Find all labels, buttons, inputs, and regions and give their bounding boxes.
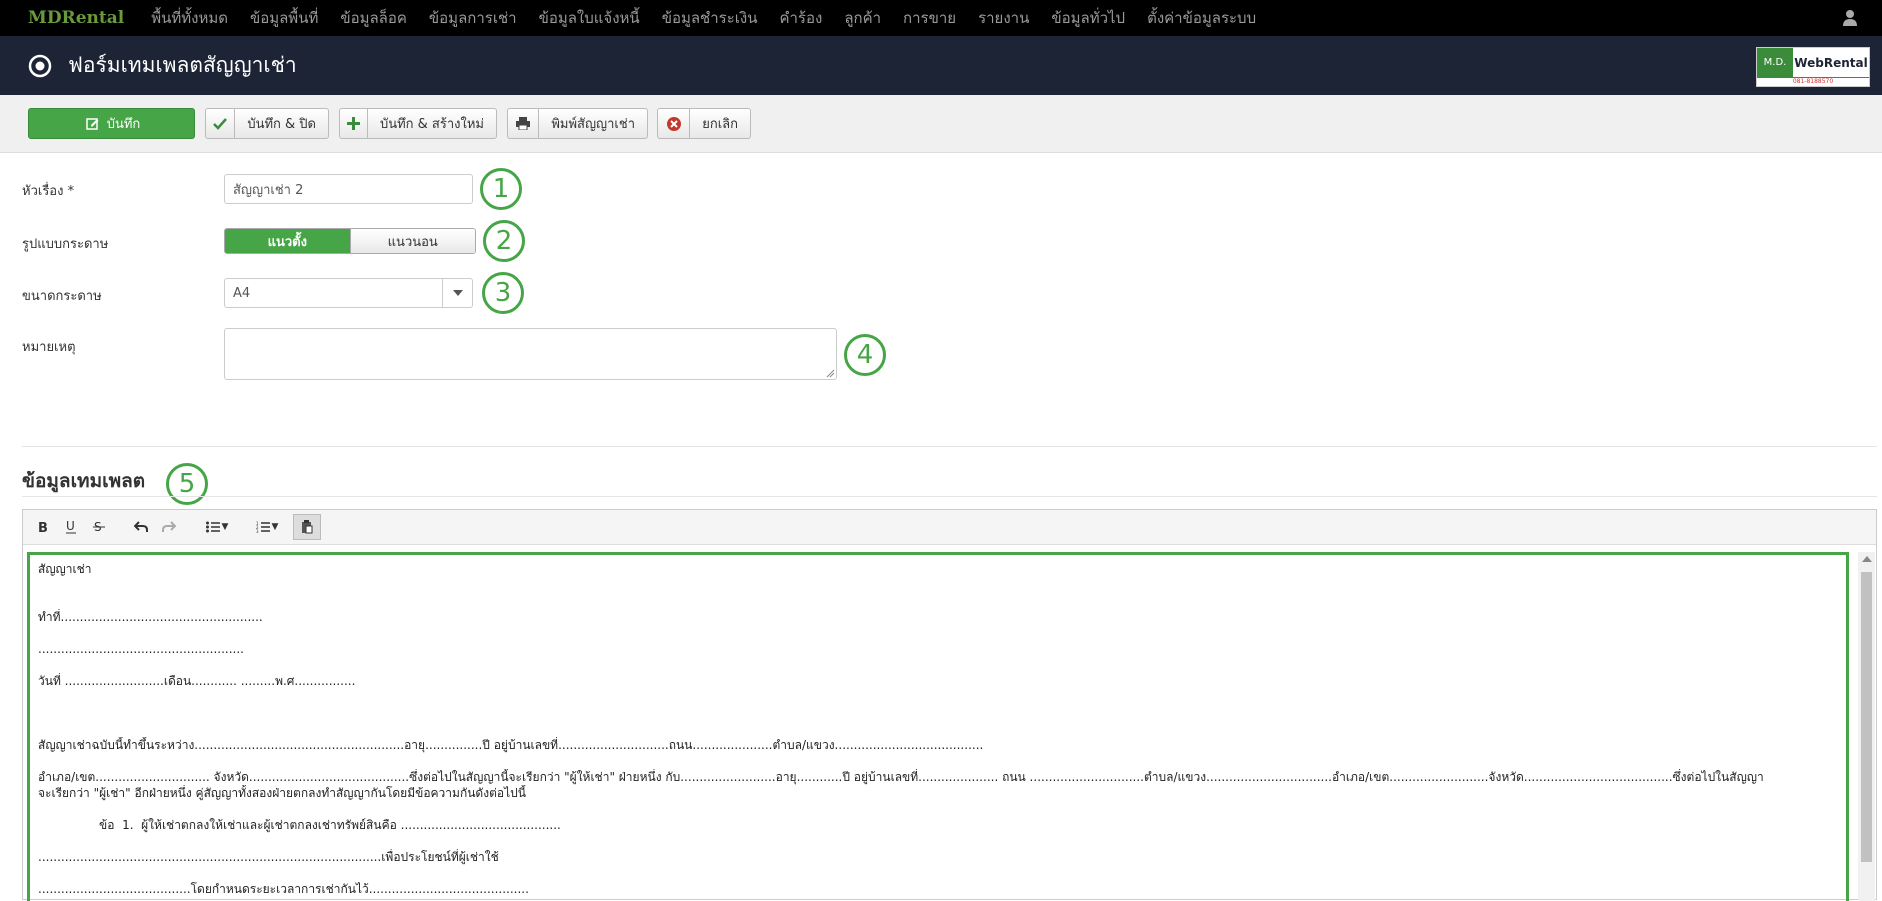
svg-text:3: 3 bbox=[256, 529, 259, 533]
template-line: ........................................… bbox=[38, 642, 244, 656]
bullet-list-button[interactable]: ▼ bbox=[197, 514, 237, 540]
annotation-2: 2 bbox=[483, 220, 525, 262]
template-line bbox=[38, 865, 1838, 881]
chevron-down-icon: ▼ bbox=[271, 522, 279, 532]
underline-button[interactable]: U bbox=[57, 514, 85, 540]
logo-md-text: M.D. bbox=[1757, 48, 1793, 77]
plus-icon bbox=[340, 109, 368, 138]
template-line: อำเภอ/เขต.............................. … bbox=[38, 770, 1764, 784]
page-title: ฟอร์มเทมเพลตสัญญาเช่า bbox=[68, 53, 297, 77]
print-icon bbox=[508, 109, 540, 138]
cancel-circle-icon bbox=[658, 109, 691, 138]
template-line: ข้อ 1. ผู้ให้เช่าตกลงให้เช่าและผู้เช่าตก… bbox=[38, 818, 561, 832]
webrental-logo: M.D. WebRental 081-8188570 bbox=[1756, 47, 1870, 87]
annotation-3: 3 bbox=[482, 272, 524, 314]
nav-item-reports[interactable]: รายงาน bbox=[978, 6, 1029, 30]
paper-format-label: รูปแบบกระดาษ bbox=[22, 237, 109, 252]
brand-link[interactable]: MDRental bbox=[28, 8, 124, 28]
template-line bbox=[38, 833, 1838, 849]
editor-content[interactable]: สัญญาเช่า ทำที่.........................… bbox=[27, 552, 1849, 901]
annotation-5: 5 bbox=[166, 463, 208, 505]
save-label: บันทึก bbox=[106, 117, 141, 132]
scroll-up-icon[interactable] bbox=[1862, 556, 1872, 562]
template-line: ทำที่...................................… bbox=[38, 610, 263, 624]
template-line bbox=[38, 593, 1838, 609]
nav-item-rental-info[interactable]: ข้อมูลการเช่า bbox=[429, 6, 517, 30]
template-line: สัญญาเช่าฉบับนี้ทำขึ้นระหว่าง...........… bbox=[38, 738, 984, 752]
bold-button[interactable]: B bbox=[29, 514, 57, 540]
template-line: ........................................… bbox=[38, 850, 499, 864]
numbered-list-button[interactable]: 123 ▼ bbox=[247, 514, 287, 540]
edit-icon bbox=[83, 109, 103, 138]
template-section-title: ข้อมูลเทมเพลต bbox=[22, 470, 146, 492]
section-title-underline bbox=[22, 496, 1877, 497]
annotation-1: 1 bbox=[480, 168, 522, 210]
svg-text:B: B bbox=[38, 521, 48, 533]
template-line: ........................................… bbox=[38, 882, 529, 896]
logo-phone: 081-8188570 bbox=[1757, 77, 1869, 85]
save-new-button[interactable]: บันทึก & สร้างใหม่ bbox=[339, 108, 497, 139]
template-line bbox=[38, 801, 1838, 817]
portrait-option[interactable]: แนวตั้ง bbox=[225, 229, 350, 253]
nav-item-all-areas[interactable]: พื้นที่ทั้งหมด bbox=[151, 6, 228, 30]
target-icon bbox=[28, 54, 52, 77]
chevron-down-icon: ▼ bbox=[221, 522, 229, 532]
paper-size-value: A4 bbox=[233, 285, 251, 301]
save-button[interactable]: บันทึก bbox=[28, 108, 195, 139]
page-header: ฟอร์มเทมเพลตสัญญาเช่า bbox=[0, 36, 1882, 95]
undo-button[interactable] bbox=[127, 514, 155, 540]
template-editor: B U S ▼ 123 ▼ สัญญาเช่า ทำที่...........… bbox=[22, 509, 1877, 901]
template-line bbox=[38, 689, 1838, 705]
paste-icon[interactable] bbox=[293, 514, 321, 540]
check-icon bbox=[206, 109, 236, 138]
print-contract-label: พิมพ์สัญญาเช่า bbox=[551, 117, 635, 132]
save-close-button[interactable]: บันทึก & ปิด bbox=[205, 108, 329, 139]
landscape-option[interactable]: แนวนอน bbox=[349, 229, 475, 253]
top-navbar: MDRental พื้นที่ทั้งหมด ข้อมูลพื้นที่ ข้… bbox=[0, 0, 1882, 36]
redo-button[interactable] bbox=[155, 514, 183, 540]
template-line: จะเรียกว่า "ผู้เช่า" อีกฝ่ายหนึ่ง คู่สัญ… bbox=[38, 786, 526, 800]
nav-item-area-info[interactable]: ข้อมูลพื้นที่ bbox=[250, 6, 318, 30]
template-line bbox=[38, 657, 1838, 673]
cancel-label: ยกเลิก bbox=[702, 117, 738, 132]
section-divider bbox=[22, 446, 1877, 447]
nav-item-payment-info[interactable]: ข้อมูลชำระเงิน bbox=[662, 6, 758, 30]
nav-item-requests[interactable]: คำร้อง bbox=[779, 6, 822, 30]
template-line: สัญญาเช่า bbox=[38, 562, 92, 576]
paper-orientation-toggle: แนวตั้ง แนวนอน bbox=[224, 228, 476, 254]
svg-text:U: U bbox=[66, 520, 75, 533]
nav-item-invoice-info[interactable]: ข้อมูลใบแจ้งหนี้ bbox=[539, 6, 640, 30]
template-line bbox=[38, 625, 1838, 641]
nav-item-sales[interactable]: การขาย bbox=[903, 6, 956, 30]
user-icon[interactable] bbox=[1842, 9, 1858, 27]
note-label: หมายเหตุ bbox=[22, 340, 76, 355]
save-new-label: บันทึก & สร้างใหม่ bbox=[379, 117, 484, 132]
template-line: วันที่ ..........................เดือน..… bbox=[38, 674, 356, 688]
cancel-button[interactable]: ยกเลิก bbox=[657, 108, 751, 139]
editor-scrollbar[interactable] bbox=[1858, 552, 1875, 901]
nav-item-lock-info[interactable]: ข้อมูลล็อค bbox=[340, 6, 407, 30]
template-line bbox=[38, 705, 1838, 721]
resize-handle-icon[interactable] bbox=[825, 368, 835, 378]
chevron-down-icon[interactable] bbox=[442, 279, 472, 307]
note-textarea[interactable] bbox=[224, 328, 837, 380]
strikethrough-button[interactable]: S bbox=[85, 514, 113, 540]
save-close-label: บันทึก & ปิด bbox=[247, 117, 316, 132]
print-contract-button[interactable]: พิมพ์สัญญาเช่า bbox=[507, 108, 648, 139]
paper-size-label: ขนาดกระดาษ bbox=[22, 289, 102, 304]
nav-item-general-info[interactable]: ข้อมูลทั่วไป bbox=[1051, 6, 1125, 30]
subject-label: หัวเรื่อง * bbox=[22, 184, 75, 199]
nav-item-customers[interactable]: ลูกค้า bbox=[844, 6, 881, 30]
paper-size-select[interactable]: A4 bbox=[224, 278, 473, 308]
template-line bbox=[38, 721, 1838, 737]
nav-item-system-settings[interactable]: ตั้งค่าข้อมูลระบบ bbox=[1147, 6, 1256, 30]
annotation-4: 4 bbox=[844, 334, 886, 376]
editor-toolbar: B U S ▼ 123 ▼ bbox=[23, 510, 1876, 545]
template-line bbox=[38, 577, 1838, 593]
scrollbar-thumb[interactable] bbox=[1861, 572, 1872, 862]
template-line bbox=[38, 753, 1838, 769]
logo-webrental-text: WebRental bbox=[1794, 55, 1868, 70]
subject-input[interactable]: สัญญาเช่า 2 bbox=[224, 174, 473, 204]
